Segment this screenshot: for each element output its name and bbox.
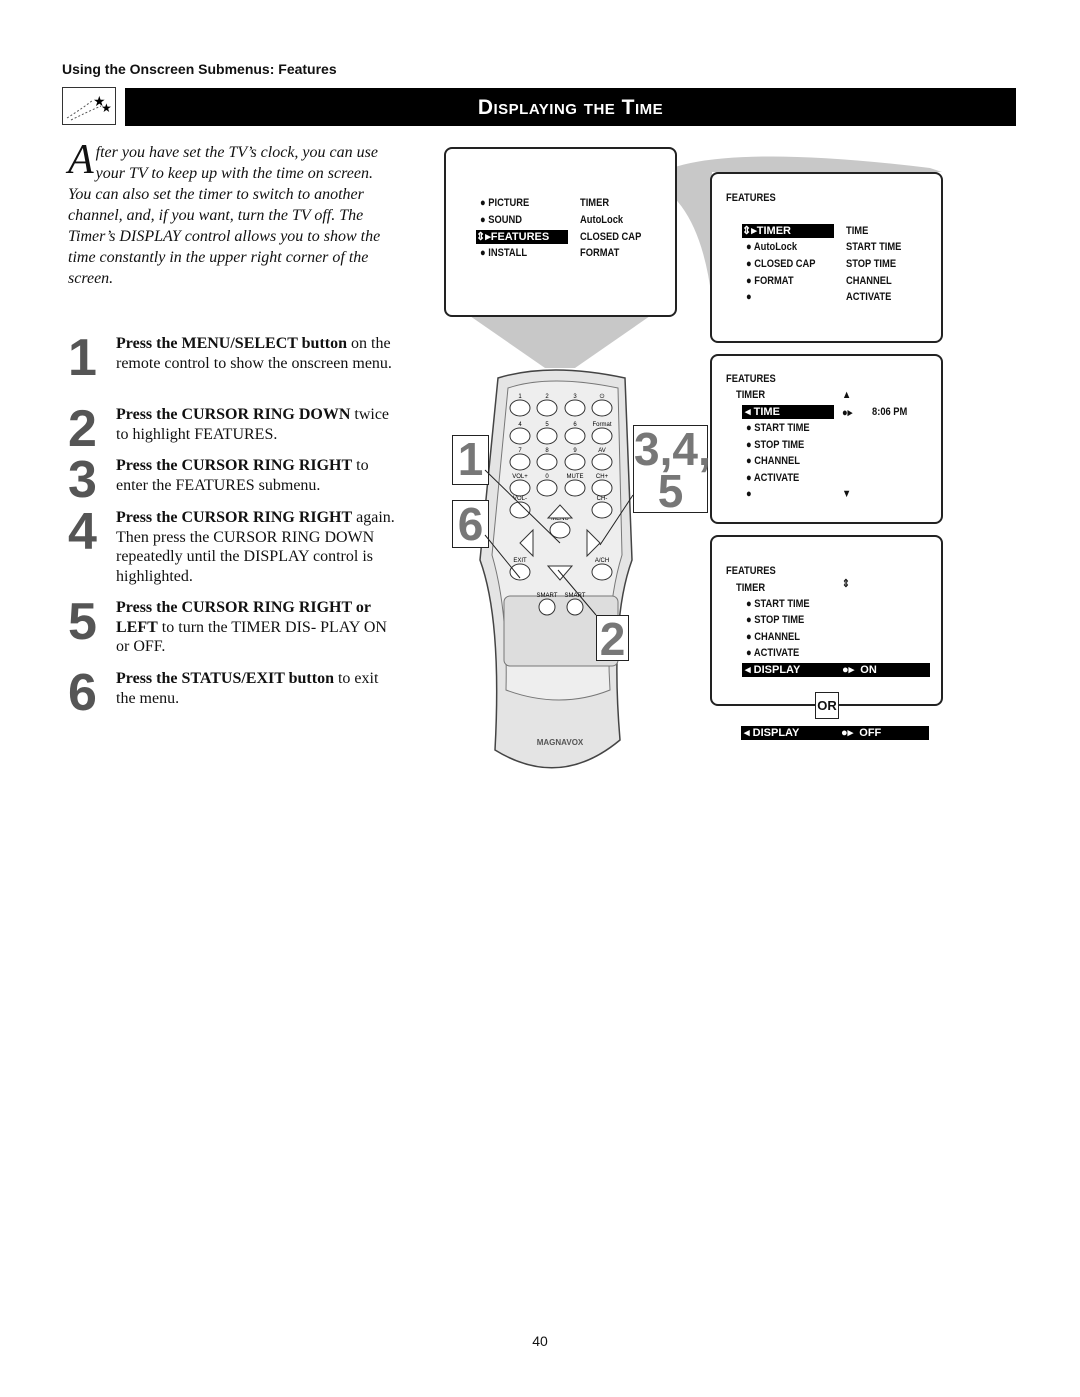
screen-title: FEATURES: [726, 565, 776, 577]
up-down-arrow-icon: ⇕: [842, 578, 850, 590]
up-arrow-icon: ▲: [842, 389, 852, 401]
remote-button-format[interactable]: Format: [591, 422, 613, 445]
menu-item-highlighted: ◂ TIME: [742, 405, 834, 419]
screen-title: FEATURES: [726, 373, 776, 385]
svg-text:SMART: SMART: [565, 593, 586, 599]
callout-step-2: 2: [596, 615, 629, 662]
submenu-item: START TIME: [846, 241, 902, 253]
svg-text:VOL-: VOL-: [513, 496, 527, 502]
manual-page: Using the Onscreen Submenus: Features ★ ★…: [0, 0, 1080, 1397]
remote-button-mute[interactable]: MUTE: [564, 474, 586, 497]
svg-text:A/CH: A/CH: [595, 558, 609, 564]
display-off-row: ◂ DISPLAY ●▸ OFF: [741, 726, 929, 740]
svg-text:Format: Format: [592, 422, 611, 428]
svg-text:CH+: CH+: [596, 474, 609, 480]
menu-item: ● ACTIVATE: [746, 647, 800, 659]
menu-item: ● CHANNEL: [746, 455, 800, 467]
svg-text:MUTE: MUTE: [567, 474, 584, 480]
submenu-item: ACTIVATE: [846, 291, 892, 303]
remote-button-vol-[interactable]: VOL+: [509, 474, 531, 497]
svg-text:AV: AV: [598, 448, 606, 454]
menu-item: ● CHANNEL: [746, 631, 800, 643]
brand-logo: MAGNAVOX: [537, 738, 584, 747]
remote-button-a-ch[interactable]: A/CH: [591, 558, 613, 581]
svg-text:⏻: ⏻: [600, 393, 605, 400]
menu-item: ● START TIME: [746, 598, 810, 610]
menu-item: ●: [746, 291, 752, 303]
menu-item: ● START TIME: [746, 422, 810, 434]
menu-item-highlighted: ⇕▸FEATURES: [476, 230, 568, 244]
submenu-item: AutoLock: [580, 214, 624, 226]
menu-item: ● AutoLock: [746, 241, 798, 253]
menu-item: ● INSTALL: [480, 247, 528, 259]
svg-text:VOL+: VOL+: [512, 474, 528, 480]
menu-item: ● ACTIVATE: [746, 472, 800, 484]
remote-button-menu[interactable]: MENU: [549, 516, 571, 539]
screen-title: FEATURES: [726, 192, 776, 204]
menu-item: ● FORMAT: [746, 275, 794, 287]
time-value: 8:06 PM: [872, 406, 908, 418]
svg-text:CH-: CH-: [597, 496, 608, 502]
menu-item: ● STOP TIME: [746, 614, 805, 626]
main-menu-screen: ● PICTURE ● SOUND ⇕▸FEATURES ● INSTALL T…: [444, 147, 677, 317]
submenu-item: CHANNEL: [846, 275, 892, 287]
features-screen: FEATURES ⇕▸TIMER ● AutoLock ● CLOSED CAP…: [710, 172, 943, 343]
menu-item-highlighted: ⇕▸TIMER: [742, 224, 834, 238]
display-screen: FEATURES TIMER ⇕ ● START TIME ● STOP TIM…: [710, 535, 943, 706]
display-on-row: ◂ DISPLAY ●▸ ON: [742, 663, 930, 677]
callout-steps-3-4-5: 3,4, 5: [633, 423, 711, 517]
menu-item: ● STOP TIME: [746, 439, 805, 451]
screen-subtitle: TIMER: [736, 582, 766, 594]
submenu-item: TIMER: [580, 197, 610, 209]
timer-screen: FEATURES TIMER ▲ ◂ TIME ●▸ 8:06 PM ● STA…: [710, 354, 943, 524]
submenu-item: TIME: [846, 225, 869, 237]
menu-item: ● SOUND: [480, 214, 523, 226]
callout-step-6: 6: [452, 500, 489, 548]
menu-item: ●: [746, 488, 752, 500]
submenu-item: FORMAT: [580, 247, 620, 259]
screen-subtitle: TIMER: [736, 389, 766, 401]
down-arrow-icon: ▼: [842, 488, 852, 500]
submenu-item: STOP TIME: [846, 258, 897, 270]
left-right-icon: ●▸: [842, 407, 853, 419]
submenu-item: CLOSED CAP: [580, 231, 642, 243]
svg-text:SMART: SMART: [537, 593, 558, 599]
remote-button-vol-[interactable]: VOL-: [509, 496, 531, 519]
menu-item: ● CLOSED CAP: [746, 258, 816, 270]
callout-step-1: 1: [452, 435, 489, 485]
svg-text:EXIT: EXIT: [513, 558, 527, 564]
menu-item: ● PICTURE: [480, 197, 530, 209]
page-number: 40: [532, 1333, 548, 1349]
or-label: OR: [815, 692, 839, 719]
